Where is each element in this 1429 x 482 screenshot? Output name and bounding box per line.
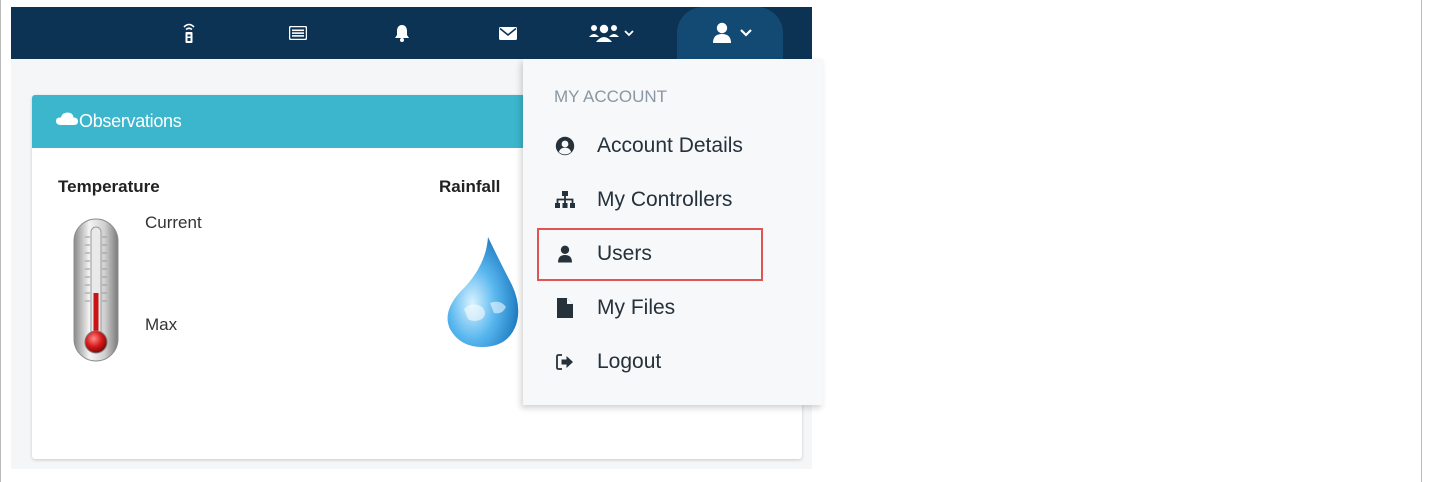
menu-item-label: My Files (597, 296, 676, 319)
remote-control-icon[interactable] (177, 7, 201, 59)
sitemap-icon (555, 190, 575, 210)
envelope-icon[interactable] (497, 7, 519, 59)
thermometer-icon (73, 218, 119, 362)
chevron-down-icon (740, 29, 752, 37)
menu-item-label: Account Details (597, 134, 743, 157)
temperature-max-label: Max (145, 315, 178, 334)
bell-icon[interactable] (391, 7, 413, 59)
cloud-icon (56, 112, 78, 125)
rainfall-heading: Rainfall (439, 177, 501, 196)
file-icon (555, 298, 575, 318)
users-icon (588, 24, 619, 42)
menu-item-label: My Controllers (597, 188, 733, 211)
temperature-heading: Temperature (58, 177, 160, 196)
menu-item-my-controllers[interactable]: My Controllers (523, 175, 823, 227)
user-circle-icon (555, 136, 575, 156)
top-navbar (11, 7, 812, 59)
water-drop-icon (447, 237, 519, 347)
observations-title: Observations (79, 111, 182, 131)
menu-item-account-details[interactable]: Account Details (523, 121, 823, 173)
my-account-header: MY ACCOUNT (554, 87, 668, 106)
user-icon (713, 22, 731, 43)
temperature-current-label: Current (145, 213, 202, 232)
menu-item-logout[interactable]: Logout (523, 337, 823, 389)
chevron-down-icon (623, 29, 634, 36)
list-icon[interactable] (287, 7, 309, 59)
account-menu-toggle[interactable] (677, 7, 783, 59)
sign-out-icon (555, 352, 575, 372)
menu-item-label: Logout (597, 350, 662, 373)
menu-item-my-files[interactable]: My Files (523, 283, 823, 335)
users-menu-toggle[interactable] (585, 7, 637, 59)
users-highlight-box (537, 228, 763, 281)
